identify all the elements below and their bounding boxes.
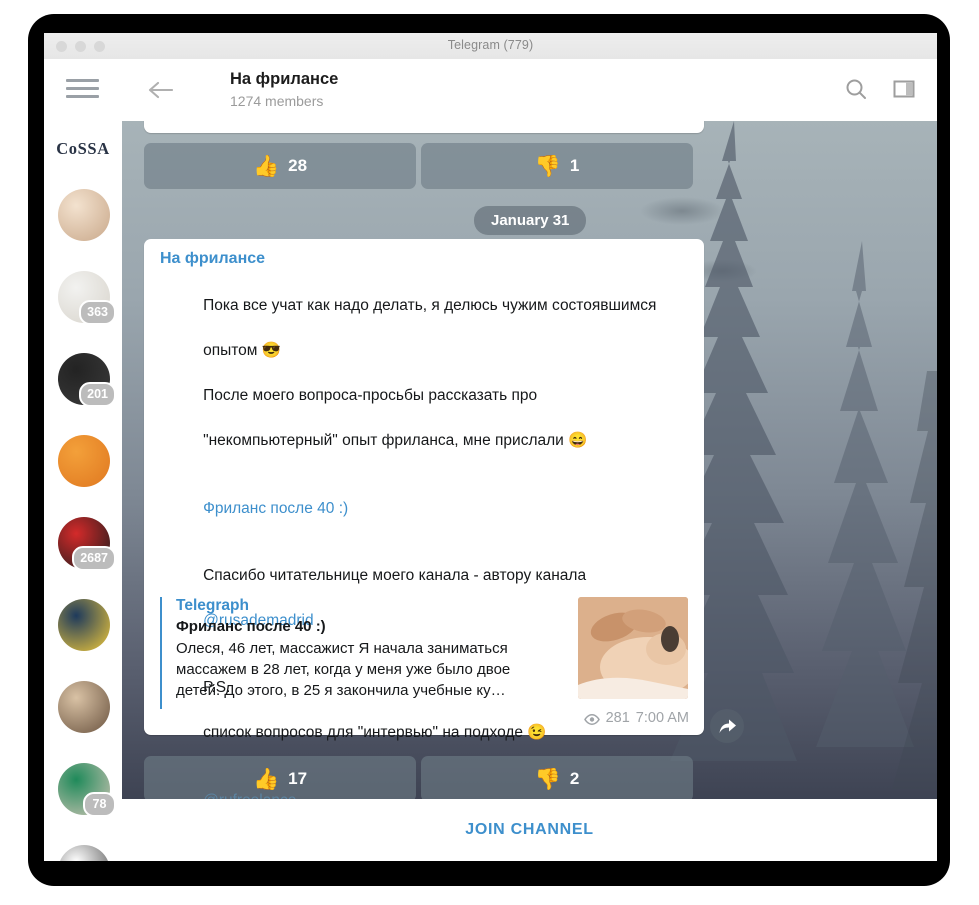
window-titlebar: Telegram (779) bbox=[44, 33, 937, 60]
message-line-5: Спасибо читательнице моего канала - авто… bbox=[203, 567, 587, 585]
sidebar-account-4[interactable]: 2687 bbox=[58, 517, 116, 571]
message-line-7: список вопросов для "интервью" на подход… bbox=[203, 724, 547, 742]
window-title: Telegram (779) bbox=[447, 38, 534, 52]
thumbs-down-count: 1 bbox=[569, 156, 580, 175]
message-author: На фрилансе bbox=[160, 250, 266, 267]
preview-title: Фриланс после 40 :) bbox=[176, 618, 326, 635]
reaction-thumbs-up[interactable]: 👍 17 bbox=[144, 756, 416, 799]
chat-title: На фрилансе bbox=[230, 70, 339, 88]
date-divider: January 31 bbox=[474, 206, 587, 235]
message-reactions: 👍 17 👎 2 bbox=[144, 756, 693, 799]
unread-badge: 201 bbox=[79, 382, 116, 407]
sidebar-account-0[interactable] bbox=[58, 189, 110, 241]
message-scroll-area[interactable]: @rufreelance 648 7:55 AM 👍28👎1 January 3… bbox=[122, 121, 937, 799]
unread-badge: 363 bbox=[79, 300, 116, 325]
unread-badge: 2687 bbox=[72, 546, 116, 571]
views-eye-icon bbox=[583, 713, 600, 725]
sidebar-account-5[interactable] bbox=[58, 599, 110, 651]
message-time: 7:00 AM bbox=[635, 710, 689, 726]
reaction-thumbs-up[interactable]: 👍 28 bbox=[144, 143, 416, 189]
thumbs-down-emoji: 👎 bbox=[534, 154, 561, 178]
message-link-title[interactable]: Фриланс после 40 :) bbox=[203, 500, 348, 517]
massage-photo-thumbnail[interactable] bbox=[578, 597, 688, 699]
thumbs-up-count: 17 bbox=[288, 769, 308, 788]
accounts-sidebar: CoSSA 363 201 2687 78 bbox=[44, 59, 123, 861]
thumbs-up-emoji: 👍 bbox=[252, 767, 280, 791]
reaction-thumbs-down[interactable]: 👎 2 bbox=[421, 756, 693, 799]
sidebar-account-6[interactable] bbox=[58, 681, 110, 733]
avatar-cat-yellow[interactable] bbox=[58, 599, 110, 651]
thumbs-down-emoji: 👎 bbox=[534, 767, 561, 791]
sidebar-account-3[interactable] bbox=[58, 435, 110, 487]
thumbs-down-count: 2 bbox=[569, 769, 580, 788]
telegram-window: Telegram (779) CoSSA 363 201 2687 78 На фри… bbox=[44, 33, 937, 861]
search-icon[interactable] bbox=[844, 77, 868, 106]
message-meta: 281 7:00 AM bbox=[583, 710, 689, 726]
join-channel-button[interactable]: JOIN CHANNEL bbox=[122, 799, 937, 861]
avatar-man-suit[interactable] bbox=[58, 681, 110, 733]
thumbs-up-count: 28 bbox=[288, 156, 308, 175]
message-line-4: "некомпьютерный" опыт фриланса, мне прис… bbox=[203, 432, 588, 450]
avatar-girl-guitar[interactable] bbox=[58, 189, 110, 241]
reaction-thumbs-down[interactable]: 👎 1 bbox=[421, 143, 693, 189]
forward-arrow-icon[interactable] bbox=[710, 709, 744, 743]
avatar-orange-face[interactable] bbox=[58, 435, 110, 487]
back-arrow-icon[interactable] bbox=[147, 78, 174, 102]
preview-site-name: Telegraph bbox=[176, 597, 249, 614]
preview-description: Олеся, 46 лет, массажист Я начала занима… bbox=[176, 640, 511, 699]
unread-badge: 78 bbox=[83, 792, 116, 817]
message-line-3: После моего вопроса-просьбы рассказать п… bbox=[203, 387, 538, 405]
sidebar-account-7[interactable]: 78 bbox=[58, 763, 116, 817]
message-line-1: Пока все учат как надо делать, я делюсь … bbox=[203, 297, 657, 315]
avatar-envelope[interactable] bbox=[58, 845, 110, 861]
thumbs-up-emoji: 👍 bbox=[252, 154, 280, 178]
sidebar-account-2[interactable]: 201 bbox=[58, 353, 116, 407]
sidebar-account-8[interactable] bbox=[58, 845, 110, 861]
message-line-2: опытом 😎 bbox=[203, 342, 282, 360]
message-views: 281 bbox=[605, 710, 630, 726]
hamburger-icon[interactable] bbox=[66, 79, 99, 98]
chat-member-count: 1274 members bbox=[230, 93, 324, 109]
join-channel-label: JOIN CHANNEL bbox=[465, 821, 594, 838]
chat-header: На фрилансе 1274 members bbox=[122, 59, 937, 122]
split-panel-icon[interactable] bbox=[892, 77, 916, 106]
previous-message-bubble[interactable]: @rufreelance 648 7:55 AM bbox=[144, 121, 704, 133]
link-preview-card[interactable]: Telegraph Фриланс после 40 :) Олеся, 46 … bbox=[160, 597, 688, 709]
workspace-logo: CoSSA bbox=[56, 139, 110, 158]
previous-message-reactions: 👍 28 👎 1 bbox=[144, 143, 693, 189]
sidebar-account-1[interactable]: 363 bbox=[58, 271, 116, 325]
channel-message-bubble[interactable]: На фрилансе Пока все учат как надо делат… bbox=[144, 239, 704, 799]
